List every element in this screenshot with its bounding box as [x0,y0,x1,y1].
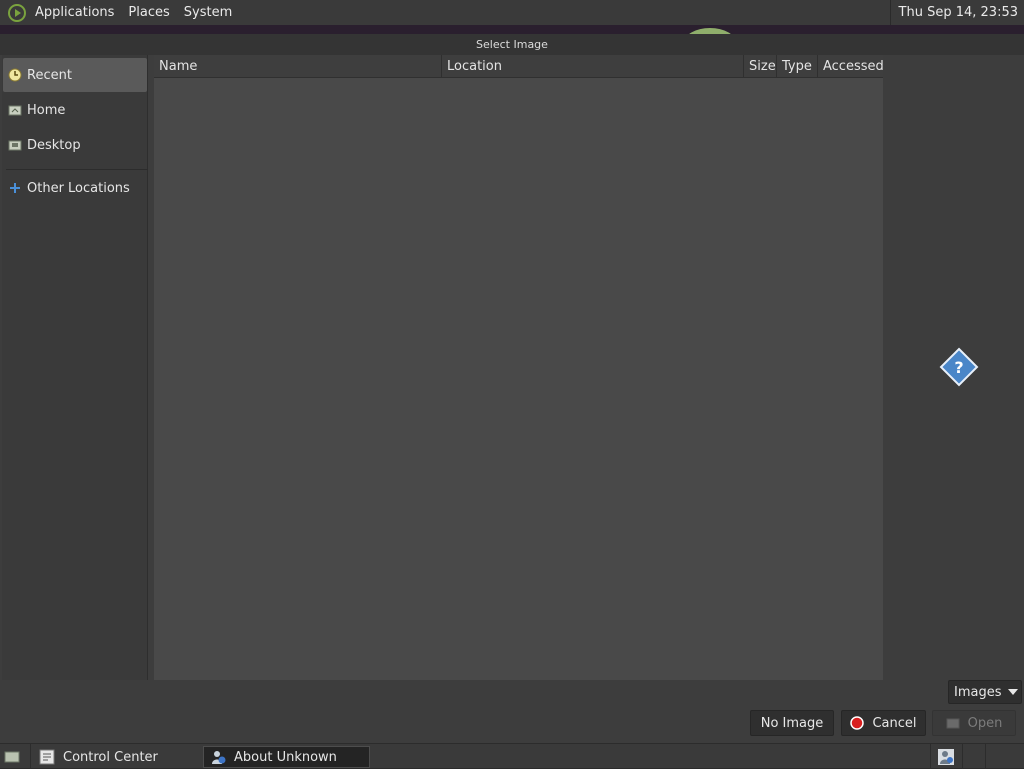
sidebar-item-desktop[interactable]: Desktop [3,128,147,162]
no-image-label: No Image [760,715,824,731]
no-image-button[interactable]: No Image [750,710,834,736]
sidebar-item-recent[interactable]: Recent [3,58,147,92]
svg-text:?: ? [954,358,963,377]
sidebar-item-label: Desktop [27,137,81,153]
select-image-dialog: Select Image Recent Home Desktop Other L [0,34,1024,743]
clock[interactable]: Thu Sep 14, 23:53 [889,0,1024,25]
open-folder-icon [946,716,960,730]
column-header-location[interactable]: Location [442,55,744,77]
menu-system[interactable]: System [177,0,239,25]
cancel-label: Cancel [872,715,917,731]
bottom-panel: Control Center About Unknown [0,743,1024,769]
file-list[interactable]: Name Location Size Type Accessed [154,55,884,680]
taskbar-item-label: Control Center [63,749,158,765]
preview-area: ? [883,55,1024,680]
column-header-name[interactable]: Name [154,55,442,77]
top-panel: Applications Places System Thu Sep 14, 2… [0,0,1024,25]
show-desktop-icon [4,749,20,765]
tray-user-icon[interactable] [936,746,958,768]
taskbar-item-control-center[interactable]: Control Center [33,746,200,768]
sidebar-divider [6,169,148,170]
menu-places[interactable]: Places [121,0,176,25]
control-center-icon [39,749,55,765]
taskbar-item-about-unknown[interactable]: About Unknown [203,746,370,768]
user-info-icon [938,749,954,765]
plus-icon [7,180,23,196]
column-header-accessed[interactable]: Accessed [818,55,884,77]
desktop-background [0,25,1024,34]
sidebar-item-label: Recent [27,67,72,83]
recent-icon [7,67,23,83]
sidebar-item-home[interactable]: Home [3,93,147,127]
menu-applications[interactable]: Applications [28,0,121,25]
file-type-filter[interactable]: Images [948,680,1022,704]
user-info-icon [210,749,226,765]
taskbar-item-label: About Unknown [234,749,337,765]
places-sidebar: Recent Home Desktop Other Locations [2,55,148,680]
sidebar-item-label: Home [27,102,66,118]
open-button[interactable]: Open [932,710,1016,736]
filter-label: Images [954,684,1002,700]
question-icon: ? [939,347,979,387]
column-header-row: Name Location Size Type Accessed [154,55,884,78]
chevron-down-icon [1007,689,1018,695]
cancel-icon [850,716,865,730]
open-label: Open [967,715,1003,731]
show-desktop-button[interactable] [0,746,30,768]
sidebar-item-label: Other Locations [27,180,130,196]
cancel-button[interactable]: Cancel [841,710,926,736]
sidebar-item-other-locations[interactable]: Other Locations [3,171,147,205]
column-header-size[interactable]: Size [744,55,777,77]
dialog-title: Select Image [0,34,1024,55]
column-header-type[interactable]: Type [777,55,818,77]
desktop-folder-icon [7,137,23,153]
distro-logo-icon[interactable] [6,2,28,24]
home-folder-icon [7,102,23,118]
